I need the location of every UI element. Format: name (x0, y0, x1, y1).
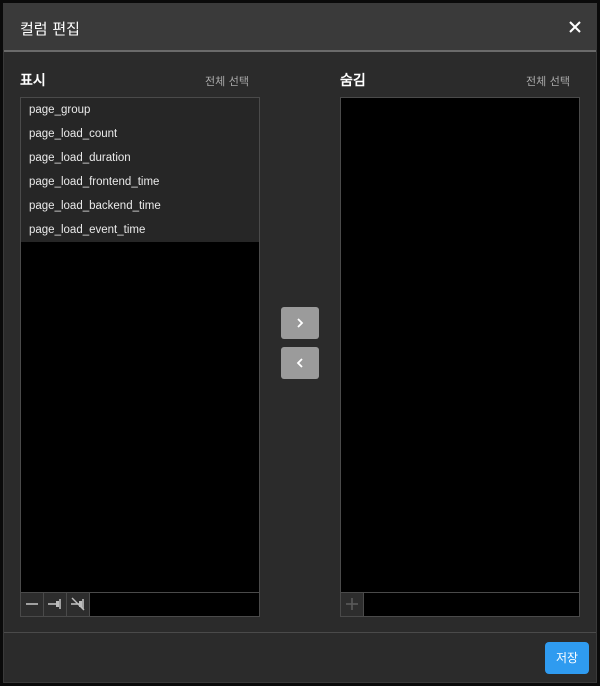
hidden-list-toolbar (341, 592, 579, 616)
move-to-visible-button[interactable] (281, 347, 319, 379)
move-to-hidden-button[interactable] (281, 307, 319, 339)
chevron-right-icon (297, 318, 304, 328)
unpin-icon (71, 597, 85, 611)
pin-icon (48, 599, 61, 609)
visible-panel-title: 표시 (20, 73, 46, 89)
hidden-columns-list (340, 97, 580, 617)
dialog-title: 컬럼 편집 (20, 20, 80, 38)
pin-button[interactable] (44, 593, 67, 616)
list-item[interactable]: page_load_duration (21, 146, 259, 170)
visible-columns-list: page_group page_load_count page_load_durat… (20, 97, 260, 617)
close-icon (569, 21, 581, 33)
visible-select-all-link[interactable]: 전체 선택 (205, 73, 249, 89)
list-item[interactable]: page_load_event_time (21, 218, 259, 242)
close-button[interactable] (564, 16, 586, 38)
minus-icon (26, 603, 38, 605)
plus-icon (346, 598, 358, 610)
hidden-select-all-link[interactable]: 전체 선택 (526, 73, 570, 89)
add-button[interactable] (341, 593, 364, 616)
remove-button[interactable] (21, 593, 44, 616)
unpin-button[interactable] (67, 593, 90, 616)
edit-columns-dialog: 컬럼 편집 표시 전체 선택 page_group page_load_count… (3, 3, 597, 683)
hidden-panel-title: 숨김 (340, 73, 366, 89)
dialog-footer-divider (4, 632, 596, 633)
chevron-left-icon (296, 358, 303, 368)
save-button[interactable]: 저장 (545, 642, 589, 674)
visible-list-toolbar (21, 592, 259, 616)
dialog-header: 컬럼 편집 (4, 4, 596, 52)
list-item[interactable]: page_load_frontend_time (21, 170, 259, 194)
list-item[interactable]: page_group (21, 98, 259, 122)
list-item[interactable]: page_load_count (21, 122, 259, 146)
visible-items-container: page_group page_load_count page_load_durat… (21, 98, 259, 242)
list-item[interactable]: page_load_backend_time (21, 194, 259, 218)
